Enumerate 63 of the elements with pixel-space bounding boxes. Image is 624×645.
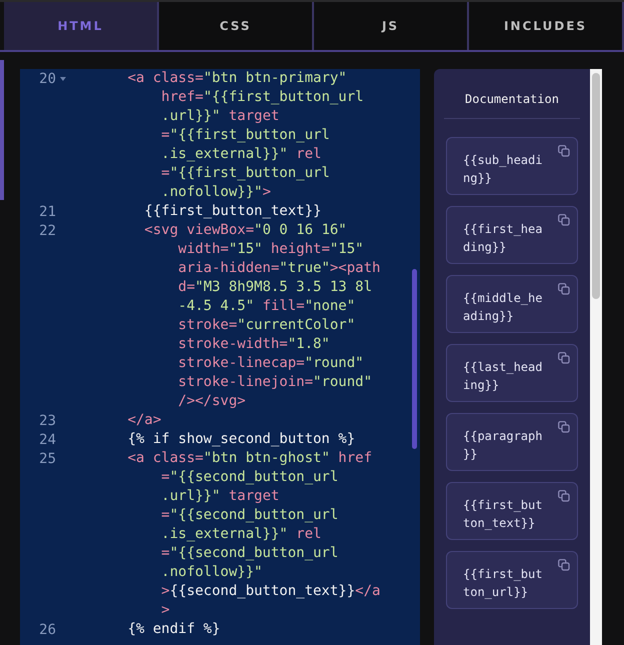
copy-icon[interactable]: [558, 352, 570, 364]
code-line: </a>: [126, 411, 162, 430]
line-number: 21: [39, 204, 56, 220]
variable-card[interactable]: {{last_heading}}: [446, 344, 578, 402]
code-line: .nofollow}}": [160, 563, 262, 582]
code-line: d="M3 8h9M8.5 3.5 13 8l: [177, 278, 372, 297]
code-line: .nofollow}}">: [160, 183, 271, 202]
code-line: {{first_button_text}}: [143, 202, 322, 221]
scrollbar-thumb[interactable]: [412, 269, 417, 449]
code-line: .url}}" target: [160, 487, 280, 506]
code-line: ="{{second_button_url: [160, 506, 338, 525]
code-line: <a class="btn btn-ghost" href: [126, 449, 372, 468]
code-line: stroke-linecap="round": [177, 354, 364, 373]
code-line: ="{{first_button_url: [160, 126, 330, 145]
code-line: ="{{second_button_url: [160, 468, 338, 487]
copy-icon[interactable]: [558, 283, 570, 295]
fold-caret-icon[interactable]: [60, 76, 66, 80]
scrollbar-thumb[interactable]: [592, 73, 600, 299]
variable-name: {{middle_heading}}: [463, 290, 544, 325]
variable-name: {{sub_heading}}: [463, 152, 544, 187]
code-line: ="{{first_button_url: [160, 164, 330, 183]
code-line: >{{second_button_text}}</a: [160, 582, 380, 601]
code-line: stroke="currentColor": [177, 316, 356, 335]
code-line: href="{{first_button_url: [160, 88, 364, 107]
code-line: <a class="btn btn-primary": [126, 69, 347, 88]
code-line: aria-hidden="true"><path: [177, 259, 380, 278]
code-line: .is_external}}" rel: [160, 145, 322, 164]
line-number: 23: [39, 412, 56, 428]
copy-icon[interactable]: [558, 214, 570, 226]
line-number: 26: [39, 622, 56, 638]
code-line: width="15" height="15": [177, 240, 364, 259]
line-number: 25: [39, 450, 56, 466]
line-number: 22: [39, 222, 56, 238]
variable-name: {{first_button_text}}: [463, 497, 544, 532]
line-number: 24: [39, 432, 56, 448]
editor-tab[interactable]: HTML: [4, 2, 159, 50]
variable-card[interactable]: {{first_button_url}}: [446, 551, 578, 609]
code-line: >: [160, 601, 170, 620]
copy-icon[interactable]: [558, 145, 570, 157]
copy-icon[interactable]: [558, 559, 570, 571]
line-number: 20: [39, 70, 56, 86]
variable-card[interactable]: {{sub_heading}}: [446, 137, 578, 195]
code-line: ="{{second_button_url: [160, 544, 338, 563]
code-line: stroke-linejoin="round": [177, 373, 372, 392]
panel-title: Documentation: [464, 91, 560, 108]
code-line: .url}}" target: [160, 107, 280, 126]
code-line: .is_external}}" rel: [160, 525, 322, 544]
variable-name: {{last_heading}}: [463, 359, 544, 394]
variable-name: {{paragraph}}: [463, 428, 544, 463]
variable-card[interactable]: {{paragraph}}: [446, 413, 578, 471]
variable-name: {{first_button_url}}: [463, 566, 544, 601]
code-line: <svg viewBox="0 0 16 16": [143, 221, 347, 240]
copy-icon[interactable]: [558, 421, 570, 433]
variable-card[interactable]: {{first_button_text}}: [446, 482, 578, 540]
variable-name: {{first_heading}}: [463, 221, 544, 256]
code-line: {% endif %}: [126, 620, 220, 639]
copy-icon[interactable]: [558, 490, 570, 502]
variable-card[interactable]: {{middle_heading}}: [446, 275, 578, 333]
code-line: stroke-width="1.8": [177, 335, 330, 354]
code-line: /></svg>: [177, 392, 246, 411]
code-line: -4.5 4.5" fill="none": [177, 297, 356, 316]
code-line: {% if show_second_button %}: [126, 430, 356, 449]
variable-card[interactable]: {{first_heading}}: [446, 206, 578, 264]
